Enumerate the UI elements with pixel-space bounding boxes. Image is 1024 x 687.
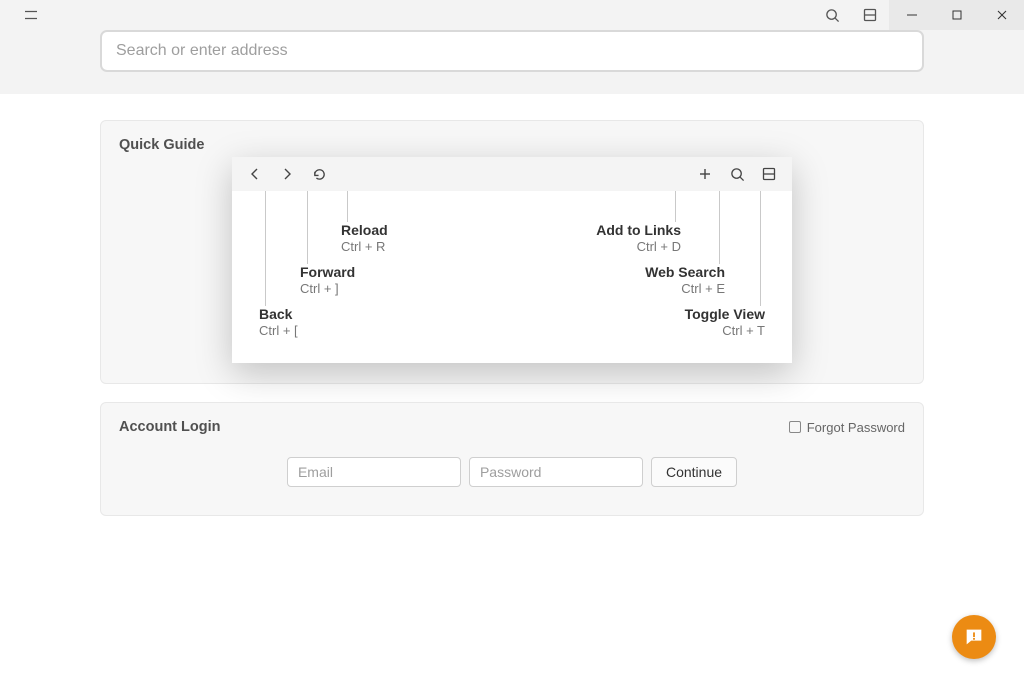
checkbox-icon [789, 421, 801, 433]
window-titlebar [0, 0, 1024, 30]
chat-support-button[interactable] [952, 615, 996, 659]
hamburger-menu-icon[interactable] [12, 8, 50, 22]
split-view-icon[interactable] [851, 0, 889, 30]
hint-forward: Forward Ctrl + ] [300, 264, 355, 296]
mini-back-button[interactable] [240, 160, 270, 188]
window-minimize-button[interactable] [889, 0, 934, 30]
window-maximize-button[interactable] [934, 0, 979, 30]
leader-line [675, 191, 676, 222]
hint-back: Back Ctrl + [ [259, 306, 298, 338]
forgot-password-link[interactable]: Forgot Password [789, 420, 905, 435]
mini-forward-button[interactable] [272, 160, 302, 188]
quick-guide-title: Quick Guide [101, 121, 923, 157]
mini-browser-toolbar [232, 157, 792, 191]
mini-reload-button[interactable] [304, 160, 334, 188]
chat-alert-icon [963, 626, 985, 648]
password-field[interactable] [469, 457, 643, 487]
account-login-title: Account Login [119, 419, 789, 435]
forgot-password-label: Forgot Password [807, 420, 905, 435]
search-icon[interactable] [813, 0, 851, 30]
mini-add-link-button[interactable] [690, 160, 720, 188]
continue-button[interactable]: Continue [651, 457, 737, 487]
hint-reload: Reload Ctrl + R [341, 222, 388, 254]
leader-line [719, 191, 720, 264]
address-input[interactable] [100, 30, 924, 72]
leader-line [307, 191, 308, 264]
mini-browser-preview: Reload Ctrl + R Forward Ctrl + ] Back Ct… [232, 157, 792, 363]
hint-web-search: Web Search Ctrl + E [645, 264, 725, 296]
hint-add-to-links: Add to Links Ctrl + D [596, 222, 681, 254]
window-close-button[interactable] [979, 0, 1024, 30]
leader-line [347, 191, 348, 222]
account-login-panel: Account Login Forgot Password Continue [100, 402, 924, 516]
mini-toggle-view-button[interactable] [754, 160, 784, 188]
quick-guide-panel: Quick Guide [100, 120, 924, 384]
email-field[interactable] [287, 457, 461, 487]
leader-line [760, 191, 761, 306]
leader-line [265, 191, 266, 306]
hint-toggle-view: Toggle View Ctrl + T [685, 306, 765, 338]
address-bar-area [0, 30, 1024, 94]
mini-search-button[interactable] [722, 160, 752, 188]
